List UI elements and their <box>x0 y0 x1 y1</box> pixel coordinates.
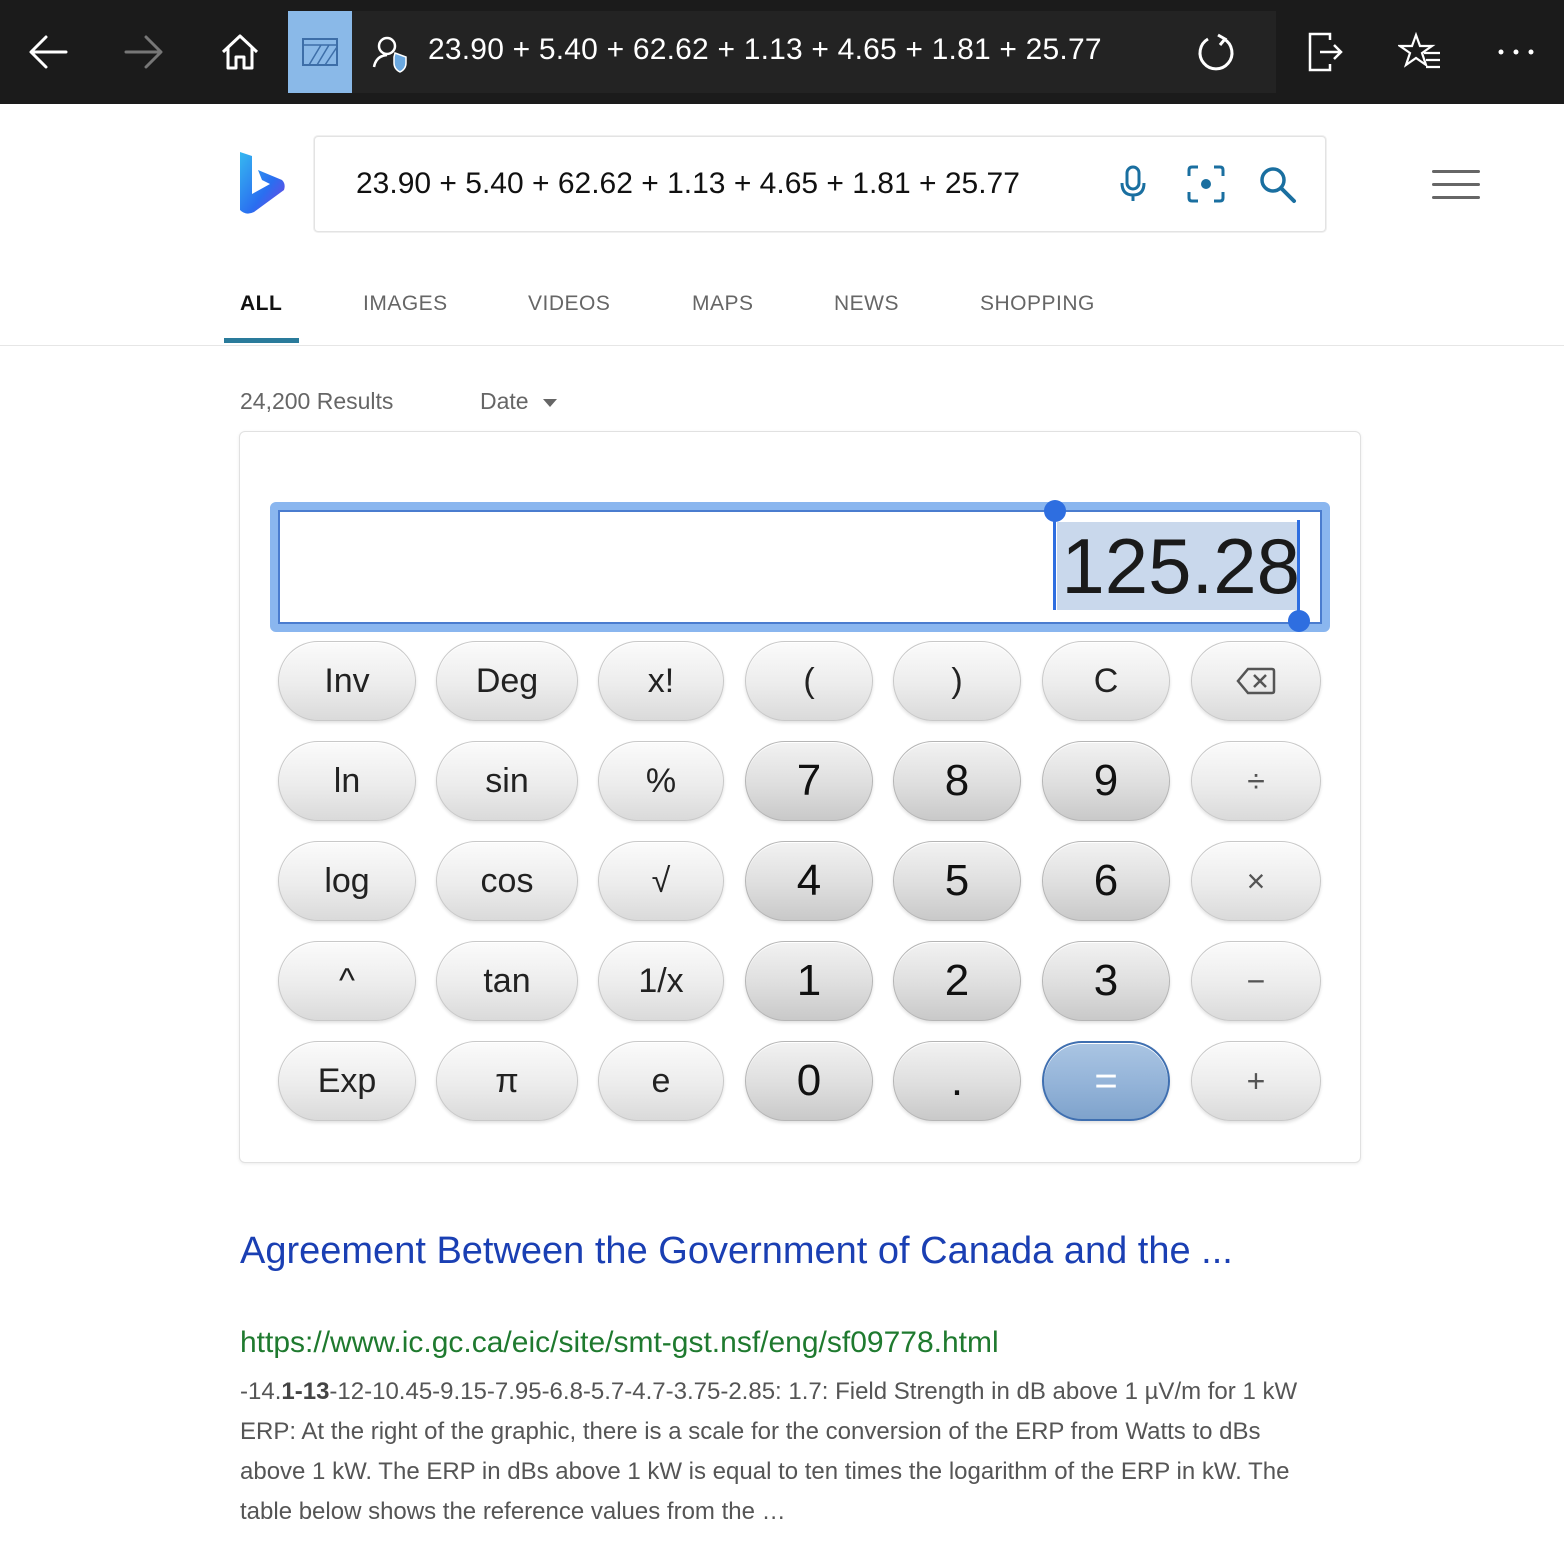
key-cos[interactable]: cos <box>436 841 578 921</box>
key-ln[interactable]: ln <box>278 741 416 821</box>
search-tabs: ALL IMAGES VIDEOS MAPS NEWS SHOPPING <box>0 280 1564 346</box>
key-7[interactable]: 7 <box>745 741 873 821</box>
key-multiply[interactable]: × <box>1191 841 1321 921</box>
search-box[interactable]: 23.90 + 5.40 + 62.62 + 1.13 + 4.65 + 1.8… <box>314 136 1326 232</box>
snippet-highlight-1: 1 <box>281 1378 295 1405</box>
calculator-display[interactable]: 125.28 <box>270 502 1330 632</box>
caret-down-icon <box>542 398 557 407</box>
date-filter-dropdown[interactable]: Date <box>480 388 557 415</box>
menu-icon[interactable] <box>1432 170 1480 204</box>
backspace-icon <box>1236 667 1276 695</box>
active-tab-indicator <box>224 338 299 343</box>
tab-news[interactable]: NEWS <box>834 292 899 316</box>
key-2[interactable]: 2 <box>893 941 1021 1021</box>
key-5[interactable]: 5 <box>893 841 1021 921</box>
search-icon[interactable] <box>1252 159 1302 209</box>
key-backspace[interactable] <box>1191 641 1321 721</box>
back-arrow-icon[interactable] <box>18 22 78 82</box>
address-bar[interactable]: 23.90 + 5.40 + 62.62 + 1.13 + 4.65 + 1.8… <box>352 11 1276 93</box>
tab-maps[interactable]: MAPS <box>692 292 754 316</box>
key-4[interactable]: 4 <box>745 841 873 921</box>
key-percent[interactable]: % <box>598 741 724 821</box>
site-info-icon[interactable] <box>370 31 414 80</box>
share-icon[interactable] <box>1294 22 1354 82</box>
key-log[interactable]: log <box>278 841 416 921</box>
key-factorial[interactable]: x! <box>598 641 724 721</box>
key-power[interactable]: ^ <box>278 941 416 1021</box>
selection-start-line <box>1053 512 1056 610</box>
key-clear[interactable]: C <box>1042 641 1170 721</box>
snippet-dash: - <box>294 1378 303 1405</box>
address-text[interactable]: 23.90 + 5.40 + 62.62 + 1.13 + 4.65 + 1.8… <box>428 33 1102 67</box>
visual-search-icon[interactable] <box>1181 159 1231 209</box>
key-6[interactable]: 6 <box>1042 841 1170 921</box>
tab-all[interactable]: ALL <box>240 292 282 316</box>
tab-thumbnail-icon[interactable] <box>288 11 352 93</box>
key-sqrt[interactable]: √ <box>598 841 724 921</box>
key-open-paren[interactable]: ( <box>745 641 873 721</box>
key-divide[interactable]: ÷ <box>1191 741 1321 821</box>
tab-videos[interactable]: VIDEOS <box>528 292 610 316</box>
key-e[interactable]: e <box>598 1041 724 1121</box>
key-sin[interactable]: sin <box>436 741 578 821</box>
key-close-paren[interactable]: ) <box>893 641 1021 721</box>
key-equals[interactable]: = <box>1042 1041 1170 1121</box>
tab-images[interactable]: IMAGES <box>363 292 448 316</box>
key-reciprocal[interactable]: 1/x <box>598 941 724 1021</box>
result-snippet: -14.1-13-12-10.45-9.15-7.95-6.8-5.7-4.7-… <box>240 1372 1300 1532</box>
forward-arrow-icon[interactable] <box>114 22 174 82</box>
tab-shopping[interactable]: SHOPPING <box>980 292 1095 316</box>
reload-icon[interactable] <box>1194 31 1238 80</box>
key-pi[interactable]: π <box>436 1041 578 1121</box>
key-inv[interactable]: Inv <box>278 641 416 721</box>
snippet-text: -12-10.45-9.15-7.95-6.8-5.7-4.7-3.75-2.8… <box>240 1378 1298 1525</box>
key-deg[interactable]: Deg <box>436 641 578 721</box>
key-1[interactable]: 1 <box>745 941 873 1021</box>
favorites-icon[interactable] <box>1390 22 1450 82</box>
key-subtract[interactable]: − <box>1191 941 1321 1021</box>
display-field: 125.28 <box>278 510 1322 624</box>
snippet-prefix: -14. <box>240 1378 282 1405</box>
key-decimal[interactable]: . <box>893 1041 1021 1121</box>
bing-logo[interactable] <box>238 150 286 223</box>
home-icon[interactable] <box>210 22 270 82</box>
key-tan[interactable]: tan <box>436 941 578 1021</box>
key-add[interactable]: + <box>1191 1041 1321 1121</box>
key-8[interactable]: 8 <box>893 741 1021 821</box>
key-9[interactable]: 9 <box>1042 741 1170 821</box>
microphone-icon[interactable] <box>1108 159 1158 209</box>
more-icon[interactable] <box>1486 22 1546 82</box>
key-0[interactable]: 0 <box>745 1041 873 1121</box>
snippet-highlight-2: 13 <box>302 1378 330 1405</box>
selection-end-line <box>1297 520 1300 616</box>
result-url[interactable]: https://www.ic.gc.ca/eic/site/smt-gst.ns… <box>240 1326 999 1360</box>
search-input[interactable]: 23.90 + 5.40 + 62.62 + 1.13 + 4.65 + 1.8… <box>356 167 1020 201</box>
results-count: 24,200 Results <box>240 388 394 414</box>
key-exp[interactable]: Exp <box>278 1041 416 1121</box>
date-filter-label: Date <box>480 388 529 414</box>
display-value[interactable]: 125.28 <box>1057 522 1300 610</box>
result-title-link[interactable]: Agreement Between the Government of Cana… <box>240 1225 1300 1277</box>
browser-toolbar: 23.90 + 5.40 + 62.62 + 1.13 + 4.65 + 1.8… <box>0 0 1564 104</box>
key-3[interactable]: 3 <box>1042 941 1170 1021</box>
